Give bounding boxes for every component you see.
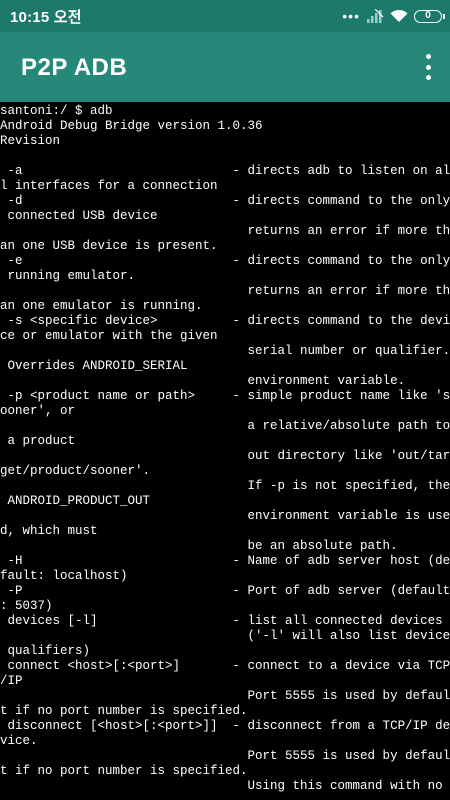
wifi-icon: [390, 9, 408, 22]
status-icons: ••• 0: [342, 6, 445, 26]
overflow-menu-icon[interactable]: [424, 54, 432, 80]
terminal-line: santoni:/ $ adb: [0, 104, 113, 118]
terminal-line: ANDROID_PRODUCT_OUT: [0, 494, 151, 508]
terminal-line: -H - Name of adb server host (de: [0, 554, 450, 568]
terminal-line: environment variable is use: [0, 509, 450, 523]
terminal-line: returns an error if more th: [0, 224, 450, 238]
terminal-line: qualifiers): [0, 644, 91, 658]
terminal-line: Revision: [0, 134, 61, 148]
terminal-line: d, which must: [0, 524, 98, 538]
terminal-line: get/product/sooner'.: [0, 464, 151, 478]
terminal-line: : 5037): [0, 599, 53, 613]
terminal-line: Android Debug Bridge version 1.0.36: [0, 119, 263, 133]
terminal-line: serial number or qualifier.: [0, 344, 450, 358]
terminal-line: an one emulator is running.: [0, 299, 203, 313]
more-dots-icon: •••: [342, 8, 360, 24]
terminal-line: connected USB device: [0, 209, 158, 223]
terminal-line: disconnect [<host>[:<port>]] - disconnec…: [0, 719, 450, 733]
terminal-line: -d - directs command to the only: [0, 194, 450, 208]
terminal-line: Using this command with no: [0, 779, 443, 793]
terminal-line: running emulator.: [0, 269, 136, 283]
terminal-line: ce or emulator with the given: [0, 329, 218, 343]
terminal-line: -P - Port of adb server (default: [0, 584, 450, 598]
terminal-line: be an absolute path.: [0, 539, 398, 553]
terminal-line: /IP: [0, 674, 23, 688]
terminal-output[interactable]: santoni:/ $ adb Android Debug Bridge vers…: [0, 104, 450, 800]
terminal-line: ('-l' will also list device: [0, 629, 450, 643]
terminal-line: vice.: [0, 734, 38, 748]
terminal-line: ooner', or: [0, 404, 76, 418]
terminal-line: a relative/absolute path to: [0, 419, 450, 433]
terminal-line: Port 5555 is used by defaul: [0, 689, 450, 703]
terminal-line: -p <product name or path> - simple produ…: [0, 389, 450, 403]
terminal-line: -e - directs command to the only: [0, 254, 450, 268]
terminal-line: t if no port number is specified.: [0, 764, 248, 778]
terminal-line: returns an error if more th: [0, 284, 450, 298]
terminal-line: devices [-l] - list all connected device…: [0, 614, 443, 628]
terminal-line: -a - directs adb to listen on al: [0, 164, 450, 178]
terminal-line: If -p is not specified, the: [0, 479, 450, 493]
status-bar: 10:15 오전 ••• 0: [0, 0, 450, 32]
terminal-line: out directory like 'out/tar: [0, 449, 450, 463]
terminal-line: an one USB device is present.: [0, 239, 218, 253]
terminal-line: l interfaces for a connection: [0, 179, 218, 193]
battery-icon: 0: [414, 9, 445, 23]
terminal-line: -s <specific device> - directs command t…: [0, 314, 450, 328]
terminal-line: Port 5555 is used by defaul: [0, 749, 450, 763]
app-title: P2P ADB: [21, 54, 128, 81]
app-bar: P2P ADB: [0, 32, 450, 102]
status-time: 10:15 오전: [10, 9, 82, 26]
terminal-line: connect <host>[:<port>] - connect to a d…: [0, 659, 450, 673]
battery-level: 0: [425, 9, 431, 21]
terminal-line: a product: [0, 434, 76, 448]
signal-icon: [367, 9, 384, 23]
terminal-line: fault: localhost): [0, 569, 128, 583]
terminal-line: Overrides ANDROID_SERIAL: [0, 359, 188, 373]
terminal-line: t if no port number is specified.: [0, 704, 248, 718]
terminal-line: environment variable.: [0, 374, 406, 388]
